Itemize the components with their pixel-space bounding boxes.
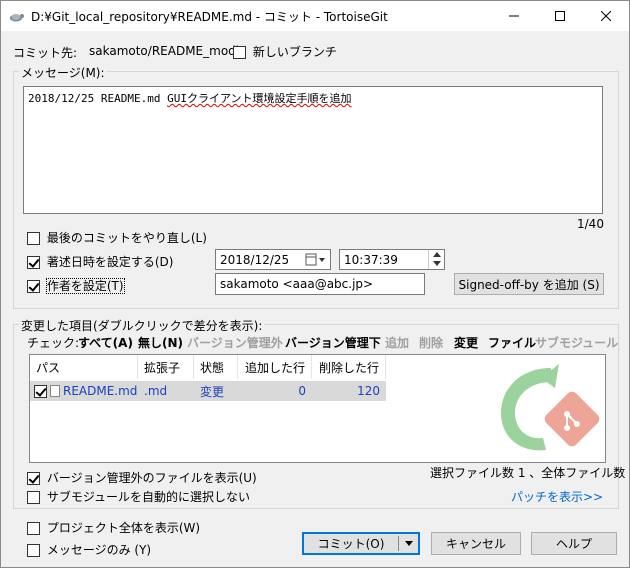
show-whole-project-label: プロジェクト全体を表示(W): [46, 521, 201, 535]
message-only-option[interactable]: メッセージのみ (Y): [27, 541, 151, 558]
author-value: sakamoto <aaa@abc.jp>: [220, 277, 374, 291]
commit-button-label[interactable]: コミット(O): [318, 535, 385, 552]
set-author-option[interactable]: 作者を設定(T): [27, 277, 125, 294]
author-input[interactable]: sakamoto <aaa@abc.jp>: [215, 273, 425, 295]
column-added-lines[interactable]: 追加した行: [238, 355, 312, 379]
row-added: 0: [298, 384, 306, 398]
set-author-checkbox[interactable]: [27, 280, 40, 293]
time-spin-buttons[interactable]: [428, 250, 444, 269]
set-date-option[interactable]: 著述日時を設定する(D): [27, 253, 173, 270]
message-text: 2018/12/25 README.md: [28, 92, 168, 105]
amend-label: 最後のコミットをやり直し(L): [46, 231, 207, 245]
minimize-icon: [509, 15, 519, 17]
show-unversioned-label: バージョン管理外のファイルを表示(U): [46, 471, 257, 485]
filter-deleted-link[interactable]: 削除: [419, 334, 443, 351]
filter-modified-link[interactable]: 変更: [454, 334, 478, 351]
date-value: 2018/12/25: [220, 252, 290, 267]
tortoisegit-watermark-icon: [501, 364, 600, 451]
close-icon: [601, 11, 611, 21]
row-status: 変更: [200, 384, 225, 399]
changes-group-label: 変更した項目(ダブルクリックで差分を表示):: [19, 317, 265, 334]
branch-name: sakamoto/README_modi: [89, 44, 240, 58]
cancel-button-label: キャンセル: [445, 537, 506, 551]
message-length-counter: 1/40: [577, 217, 604, 231]
column-path[interactable]: パス: [30, 355, 138, 379]
filter-added-link[interactable]: 追加: [385, 334, 409, 351]
no-auto-select-submodules-option[interactable]: サブモジュールを自動的に選択しない: [27, 488, 250, 505]
filter-versioned-link[interactable]: バージョン管理下: [285, 334, 381, 351]
split-divider: [398, 536, 399, 551]
selection-summary: 選択ファイル数 1 、全体ファイル数 1: [430, 466, 630, 480]
date-picker[interactable]: 2018/12/25: [215, 249, 331, 270]
window-title: D:¥Git_local_repository¥README.md - コミット…: [31, 9, 388, 24]
filter-unversioned-link[interactable]: バージョン管理外: [187, 334, 283, 351]
set-author-label: 作者を設定(T): [45, 278, 125, 294]
amend-checkbox[interactable]: [27, 232, 40, 245]
set-date-label: 著述日時を設定する(D): [46, 255, 174, 269]
table-row[interactable]: README.md .md 変更 0 120: [30, 381, 386, 401]
column-status[interactable]: 状態: [194, 355, 238, 379]
dropdown-arrow-icon[interactable]: [405, 541, 413, 546]
filter-none-link[interactable]: 無し(N): [138, 334, 183, 351]
time-value: 10:37:39: [344, 252, 398, 267]
show-whole-project-option[interactable]: プロジェクト全体を表示(W): [27, 519, 200, 536]
filter-files-link[interactable]: ファイル: [488, 334, 536, 351]
show-unversioned-option[interactable]: バージョン管理外のファイルを表示(U): [27, 469, 257, 486]
commit-dialog: D:¥Git_local_repository¥README.md - コミット…: [0, 0, 630, 568]
row-extension: .md: [144, 384, 168, 398]
message-only-checkbox[interactable]: [27, 544, 40, 557]
row-path: README.md: [63, 384, 138, 398]
message-text-marked: GUIクライアント環境設定手順を追加: [167, 92, 352, 105]
title-bar[interactable]: D:¥Git_local_repository¥README.md - コミット…: [1, 1, 629, 31]
show-whole-project-checkbox[interactable]: [27, 522, 40, 535]
new-branch-label: 新しいブランチ: [252, 45, 337, 59]
minimize-button[interactable]: [491, 1, 537, 31]
close-button[interactable]: [583, 1, 629, 31]
message-group-label: メッセージ(M):: [19, 64, 107, 81]
message-only-label: メッセージのみ (Y): [46, 543, 152, 557]
signed-off-by-label: Signed-off-by を追加 (S): [458, 277, 600, 292]
list-header: パス 拡張子 状態 追加した行 削除した行: [30, 355, 386, 379]
row-checkbox[interactable]: [34, 384, 47, 398]
commit-to-label: コミット先:: [13, 46, 78, 60]
new-branch-checkbox[interactable]: [233, 46, 246, 59]
commit-split-button[interactable]: コミット(O): [302, 532, 420, 555]
cell-path: README.md: [30, 381, 138, 401]
time-input[interactable]: 10:37:39: [339, 249, 445, 270]
maximize-icon: [555, 11, 565, 21]
maximize-button[interactable]: [537, 1, 583, 31]
show-unversioned-checkbox[interactable]: [27, 472, 40, 485]
row-deleted: 120: [357, 384, 380, 398]
no-auto-select-submodules-checkbox[interactable]: [27, 491, 40, 504]
tortoisegit-app-icon: [10, 14, 24, 22]
spin-up-icon[interactable]: [433, 252, 441, 257]
spin-down-icon[interactable]: [433, 261, 441, 266]
cancel-button[interactable]: キャンセル: [431, 532, 521, 555]
new-branch-option[interactable]: 新しいブランチ: [233, 43, 337, 60]
amend-option[interactable]: 最後のコミットをやり直し(L): [27, 229, 207, 246]
filter-all-link[interactable]: すべて(A): [78, 334, 133, 351]
calendar-dropdown-icon[interactable]: [305, 253, 327, 267]
signed-off-by-button[interactable]: Signed-off-by を追加 (S): [454, 273, 604, 295]
help-button[interactable]: ヘルプ: [531, 532, 617, 555]
changed-files-list[interactable]: パス 拡張子 状態 追加した行 削除した行 README.md .md 変更 0…: [29, 354, 606, 463]
help-button-label: ヘルプ: [555, 537, 592, 551]
no-auto-select-submodules-label: サブモジュールを自動的に選択しない: [46, 490, 250, 504]
check-label: チェック:: [27, 336, 80, 350]
set-date-checkbox[interactable]: [27, 256, 40, 269]
column-deleted-lines[interactable]: 削除した行: [312, 355, 386, 379]
filter-submodules-link[interactable]: サブモジュール: [535, 334, 618, 351]
column-extension[interactable]: 拡張子: [138, 355, 194, 379]
show-patch-link[interactable]: パッチを表示>>: [511, 488, 603, 505]
commit-message-textarea[interactable]: 2018/12/25 README.md GUIクライアント環境設定手順を追加: [23, 86, 603, 214]
file-icon: [50, 385, 60, 397]
